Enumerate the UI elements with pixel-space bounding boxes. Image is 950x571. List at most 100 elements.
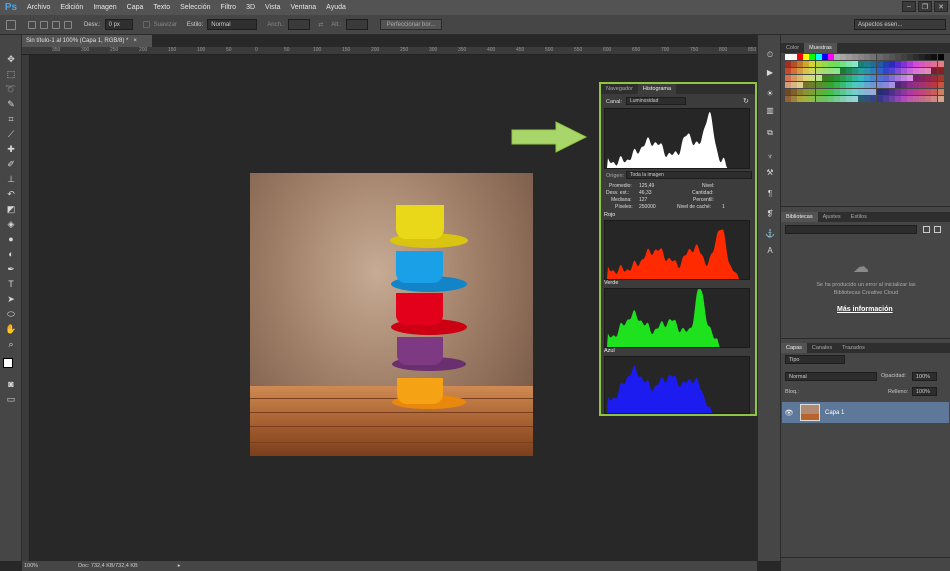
swatch[interactable] — [913, 68, 920, 74]
swatch[interactable] — [815, 89, 822, 95]
swatch[interactable] — [894, 89, 901, 95]
swatch[interactable] — [827, 89, 834, 95]
swatch[interactable] — [785, 61, 791, 67]
swatch[interactable] — [839, 89, 846, 95]
menu-archivo[interactable]: Archivo — [22, 4, 55, 11]
swatch[interactable] — [827, 82, 834, 88]
swatch[interactable] — [791, 82, 798, 88]
menu-ventana[interactable]: Ventana — [285, 4, 321, 11]
swatch[interactable] — [815, 68, 822, 74]
swatch[interactable] — [894, 61, 901, 67]
swatch[interactable] — [821, 89, 828, 95]
swatch[interactable] — [888, 75, 895, 81]
swatch[interactable] — [803, 82, 810, 88]
minimize-button[interactable]: – — [902, 1, 916, 12]
quick-mask-icon[interactable]: ◙ — [4, 378, 18, 390]
swatch[interactable] — [785, 82, 791, 88]
swatch[interactable] — [809, 75, 816, 81]
new-selection-icon[interactable] — [28, 20, 36, 29]
path-selection-icon[interactable]: ➤ — [4, 293, 18, 305]
document-tab-close[interactable]: × — [133, 38, 137, 44]
swatch[interactable] — [876, 89, 883, 95]
tab-ajustes[interactable]: Ajustes — [818, 212, 846, 222]
clone-source-icon[interactable]: ⚓ — [763, 228, 777, 239]
add-selection-icon[interactable] — [40, 20, 48, 29]
swatch[interactable] — [876, 96, 883, 102]
zoom-tool-icon[interactable]: ⌕ — [4, 338, 18, 350]
swatch[interactable] — [797, 82, 804, 88]
eraser-tool-icon[interactable]: ◩ — [4, 203, 18, 215]
pen-tool-icon[interactable]: ✒ — [4, 263, 18, 275]
intersect-selection-icon[interactable] — [64, 20, 72, 29]
swatch[interactable] — [931, 82, 938, 88]
desv-input[interactable]: 0 px — [104, 19, 133, 30]
swatch[interactable] — [919, 68, 926, 74]
tab-canales[interactable]: Canales — [807, 343, 837, 353]
healing-brush-icon[interactable]: ✚ — [4, 143, 18, 155]
blur-tool-icon[interactable]: ● — [4, 233, 18, 245]
swatch[interactable] — [894, 82, 901, 88]
swatch[interactable] — [919, 96, 926, 102]
swatch[interactable] — [846, 82, 852, 88]
swatch[interactable] — [870, 75, 877, 81]
swatch[interactable] — [888, 82, 895, 88]
workspace-select[interactable]: Aspectos esen... — [854, 19, 946, 30]
history-panel-icon[interactable]: ⏲ — [763, 49, 777, 60]
swatch[interactable] — [821, 96, 828, 102]
swatch[interactable] — [846, 68, 852, 74]
swatch[interactable] — [919, 61, 926, 67]
swatch[interactable] — [833, 89, 840, 95]
swatch[interactable] — [858, 54, 865, 60]
swatch[interactable] — [839, 75, 846, 81]
estilo-select[interactable]: Normal — [207, 19, 258, 30]
marquee-tool-icon[interactable]: ⬚ — [4, 68, 18, 80]
tab-muestras[interactable]: Muestras — [804, 43, 837, 53]
swatch[interactable] — [925, 75, 932, 81]
swatch[interactable] — [791, 61, 798, 67]
swatch[interactable] — [815, 96, 822, 102]
swatch[interactable] — [791, 96, 798, 102]
swatch[interactable] — [785, 68, 791, 74]
swatch[interactable] — [900, 89, 907, 95]
menu-capa[interactable]: Capa — [122, 4, 149, 11]
list-view-icon[interactable] — [934, 226, 941, 233]
swatch[interactable] — [821, 61, 828, 67]
suavizar-checkbox[interactable] — [142, 21, 150, 28]
swatch[interactable] — [907, 61, 913, 67]
lasso-tool-icon[interactable]: ➰ — [4, 83, 18, 95]
status-menu-icon[interactable]: ▸ — [178, 563, 181, 569]
swatch[interactable] — [876, 82, 883, 88]
screen-mode-icon[interactable]: ▭ — [4, 393, 18, 405]
swatch[interactable] — [785, 54, 791, 60]
swatch[interactable] — [888, 54, 895, 60]
swatch[interactable] — [864, 54, 871, 60]
swatch[interactable] — [876, 68, 883, 74]
swatch[interactable] — [809, 68, 816, 74]
swatch[interactable] — [791, 68, 798, 74]
swatch[interactable] — [900, 75, 907, 81]
swatch[interactable] — [925, 82, 932, 88]
swatch[interactable] — [858, 89, 865, 95]
swatch[interactable] — [894, 75, 901, 81]
opacity-input[interactable]: 100% — [912, 372, 937, 381]
subtract-selection-icon[interactable] — [52, 20, 60, 29]
swatch[interactable] — [858, 82, 865, 88]
swatch[interactable] — [937, 61, 944, 67]
origen-select[interactable]: Toda la imagen — [626, 171, 752, 179]
paint-bucket-icon[interactable]: ◈ — [4, 218, 18, 230]
visibility-eye-icon[interactable]: 👁 — [782, 409, 796, 417]
swatch[interactable] — [839, 61, 846, 67]
swatch[interactable] — [791, 89, 798, 95]
swatch[interactable] — [846, 75, 852, 81]
swatch[interactable] — [864, 96, 871, 102]
close-button[interactable]: ✕ — [934, 1, 948, 12]
swatch[interactable] — [931, 54, 938, 60]
swatch[interactable] — [797, 54, 804, 60]
swatch[interactable] — [846, 54, 852, 60]
brush-tool-icon[interactable]: ✐ — [4, 158, 18, 170]
swatch[interactable] — [907, 54, 913, 60]
swatch[interactable] — [833, 75, 840, 81]
swatch[interactable] — [907, 82, 913, 88]
swatch[interactable] — [815, 54, 822, 60]
swatch[interactable] — [937, 89, 944, 95]
